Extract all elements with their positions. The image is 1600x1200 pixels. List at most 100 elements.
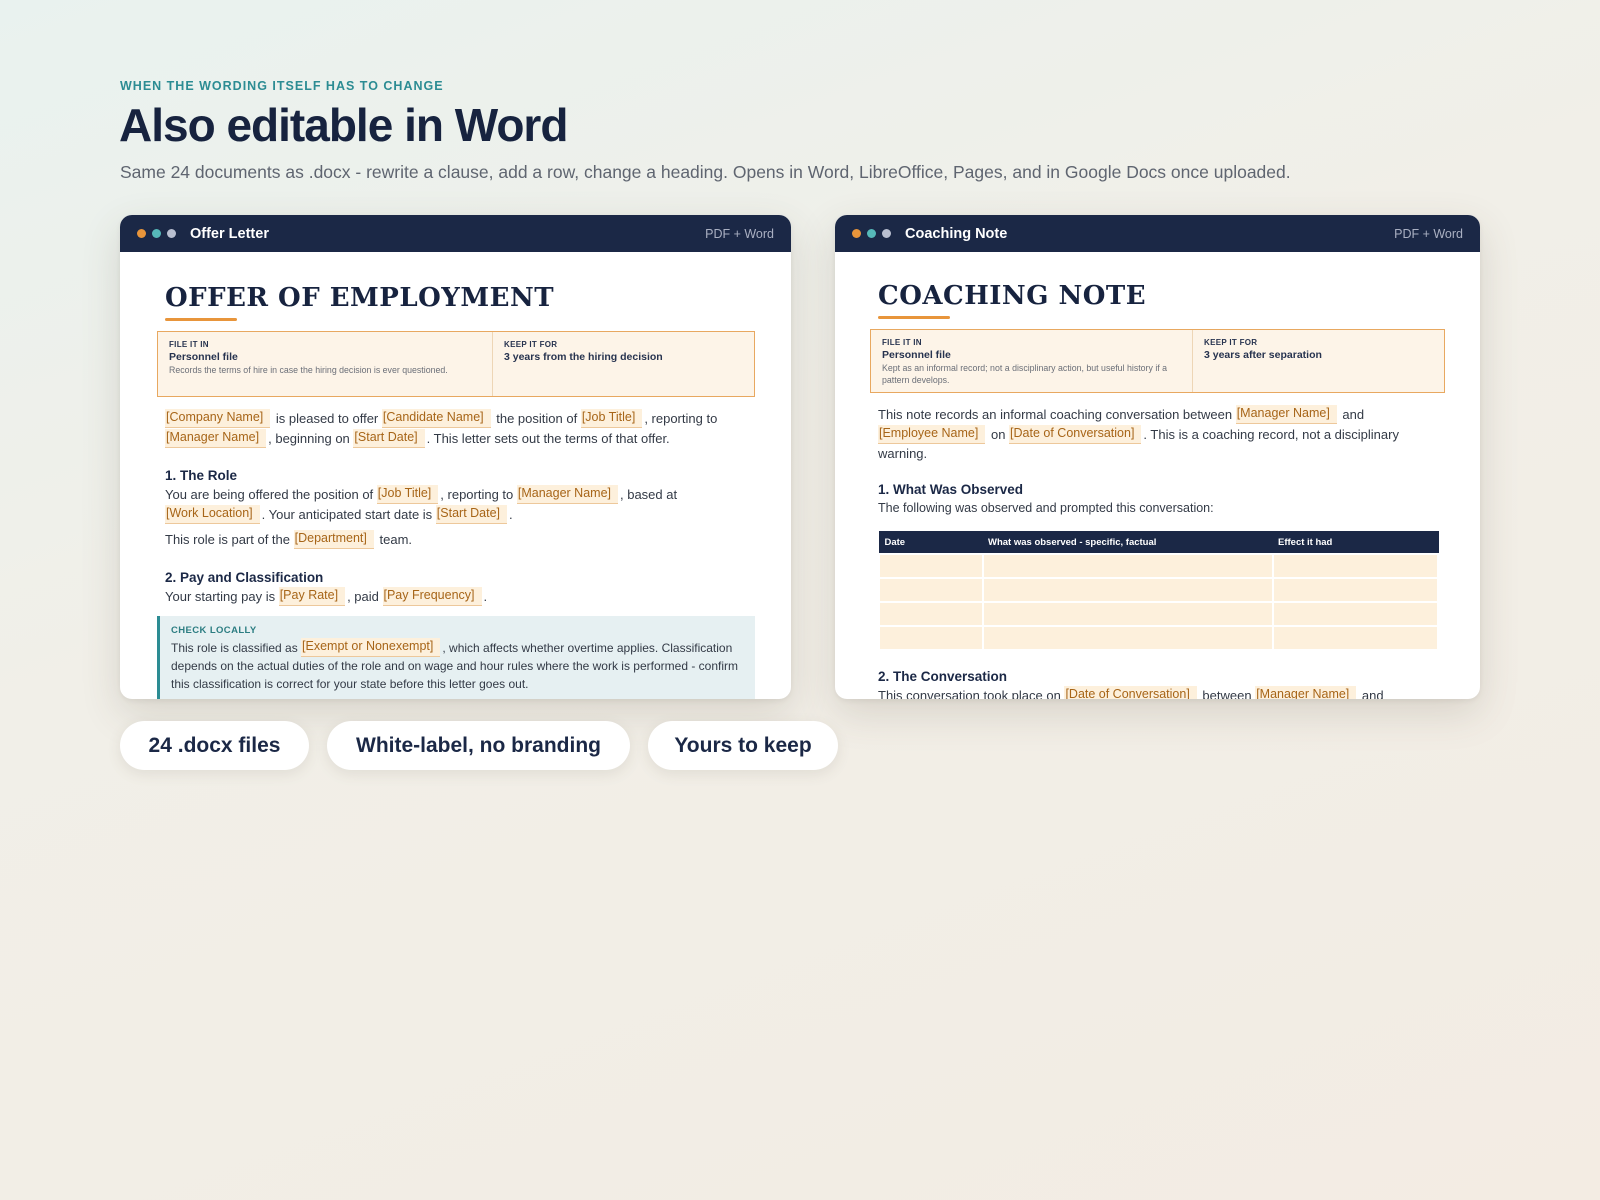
table-cell[interactable] xyxy=(1272,552,1439,579)
placeholder-field[interactable]: [Date of Conversation] xyxy=(1064,685,1197,699)
table-cell[interactable] xyxy=(982,600,1274,627)
placeholder-field[interactable]: [Date of Conversation] xyxy=(1009,424,1142,444)
table-cell[interactable] xyxy=(878,552,984,579)
placeholder-field[interactable]: [Candidate Name] xyxy=(381,409,491,428)
text: This role is part of the xyxy=(165,532,294,547)
table-cell[interactable] xyxy=(878,624,984,651)
placeholder-field[interactable]: [Employee Name] xyxy=(878,424,986,444)
feature-pill-docx: 24 .docx files xyxy=(120,721,309,770)
text: This note records an informal coaching c… xyxy=(878,407,1236,422)
keep-label: KEEP IT FOR xyxy=(504,340,558,349)
orange-dot-icon xyxy=(852,229,861,238)
filing-info-box: FILE IT IN Personnel file Records the te… xyxy=(157,331,755,397)
placeholder-field[interactable]: [Pay Rate] xyxy=(278,586,346,606)
table-cell[interactable] xyxy=(982,576,1274,603)
text: team. xyxy=(375,532,413,547)
placeholder-field[interactable]: [Work Location] xyxy=(165,504,260,524)
file-value: Personnel file xyxy=(169,351,238,363)
department-paragraph: This role is part of the [Department] te… xyxy=(165,530,751,550)
keep-it-for: KEEP IT FOR 3 years from the hiring deci… xyxy=(493,332,674,396)
section-eyebrow: WHEN THE WORDING ITSELF HAS TO CHANGE xyxy=(120,79,444,93)
offer-letter-preview: Offer Letter PDF + Word OFFER OF EMPLOYM… xyxy=(120,215,791,699)
text: , paid xyxy=(347,588,383,604)
window-titlebar: Offer Letter PDF + Word xyxy=(120,215,791,252)
placeholder-field[interactable]: [Manager Name] xyxy=(1255,685,1357,699)
text: . xyxy=(509,506,513,522)
conversation-paragraph: This conversation took place on [Date of… xyxy=(878,685,1440,700)
text: . xyxy=(483,588,488,604)
table-cell[interactable] xyxy=(982,552,1274,579)
table-row xyxy=(878,624,1439,651)
text: between xyxy=(1198,687,1256,700)
format-tag: PDF + Word xyxy=(705,226,774,241)
check-locally-callout: CHECK LOCALLY This role is classified as… xyxy=(157,616,755,699)
keep-value: 3 years from the hiring decision xyxy=(504,351,663,363)
table-cell[interactable] xyxy=(1272,624,1439,651)
window-titlebar: Coaching Note PDF + Word xyxy=(835,215,1480,252)
grey-dot-icon xyxy=(882,229,891,238)
file-label: FILE IT IN xyxy=(169,340,209,349)
text: is pleased to offer xyxy=(272,411,382,426)
placeholder-field[interactable]: [Exempt or Nonexempt] xyxy=(301,638,441,657)
file-it-in: FILE IT IN Personnel file Records the te… xyxy=(158,332,493,396)
observed-intro: The following was observed and prompted … xyxy=(878,500,1214,515)
text: , reporting to xyxy=(644,411,718,426)
text: , beginning on xyxy=(268,430,354,446)
page-subtitle: Same 24 documents as .docx - rewrite a c… xyxy=(120,162,1291,182)
filing-info-box: FILE IT IN Personnel file Kept as an inf… xyxy=(870,329,1445,393)
observation-table: Date What was observed - specific, factu… xyxy=(878,531,1439,651)
section-heading: 1. What Was Observed xyxy=(878,481,1024,497)
keep-label: KEEP IT FOR xyxy=(1204,338,1258,347)
text: . Your anticipated start date is xyxy=(261,506,436,522)
table-cell[interactable] xyxy=(982,624,1274,651)
file-label: FILE IT IN xyxy=(882,338,922,347)
table-row xyxy=(878,576,1439,603)
placeholder-field[interactable]: [Pay Frequency] xyxy=(382,586,482,606)
text: . This letter sets out the terms of that… xyxy=(426,430,670,446)
table-cell[interactable] xyxy=(1272,600,1439,627)
table-cell[interactable] xyxy=(878,576,984,603)
callout-label: CHECK LOCALLY xyxy=(171,625,257,636)
placeholder-field[interactable]: [Manager Name] xyxy=(165,428,267,448)
section-heading: 1. The Role xyxy=(165,468,238,483)
file-note: Kept as an informal record; not a discip… xyxy=(882,363,1168,385)
placeholder-field[interactable]: [Start Date] xyxy=(435,504,508,524)
text: , based at xyxy=(620,487,678,502)
placeholder-field[interactable]: [Department] xyxy=(293,530,374,549)
text: and xyxy=(1358,687,1384,700)
section-heading: 2. Pay and Classification xyxy=(165,569,324,585)
role-paragraph: You are being offered the position of [J… xyxy=(165,485,751,524)
feature-pill-white-label: White-label, no branding xyxy=(327,721,630,770)
document-title: COACHING NOTE xyxy=(878,281,1147,311)
column-header: Effect it had xyxy=(1273,531,1438,554)
document-title: OFFER OF EMPLOYMENT xyxy=(165,283,555,313)
document-body: COACHING NOTE FILE IT IN Personnel file … xyxy=(835,252,1480,699)
column-header: Date xyxy=(879,531,983,554)
table-cell[interactable] xyxy=(1272,576,1439,603)
placeholder-field[interactable]: [Manager Name] xyxy=(1235,405,1337,424)
placeholder-field[interactable]: [Manager Name] xyxy=(516,485,618,504)
title-underline xyxy=(165,318,237,321)
file-it-in: FILE IT IN Personnel file Kept as an inf… xyxy=(871,330,1193,392)
title-underline xyxy=(878,316,950,319)
placeholder-field[interactable]: [Company Name] xyxy=(165,409,271,428)
column-header: What was observed - specific, factual xyxy=(983,531,1273,554)
pay-paragraph: Your starting pay is [Pay Rate], paid [P… xyxy=(165,586,751,607)
text: You are being offered the position of xyxy=(165,487,377,502)
feature-pill-yours-to-keep: Yours to keep xyxy=(648,721,838,770)
placeholder-field[interactable]: [Job Title] xyxy=(376,485,439,504)
keep-value: 3 years after separation xyxy=(1204,349,1322,361)
window-title: Offer Letter xyxy=(190,225,269,242)
callout-text: This role is classified as [Exempt or No… xyxy=(171,638,745,693)
teal-dot-icon xyxy=(867,229,876,238)
table-cell[interactable] xyxy=(878,600,984,627)
window-title: Coaching Note xyxy=(905,225,1008,242)
table-header-row: Date What was observed - specific, factu… xyxy=(879,531,1438,554)
text: , reporting to xyxy=(440,487,517,502)
keep-it-for: KEEP IT FOR 3 years after separation xyxy=(1193,330,1333,392)
placeholder-field[interactable]: [Job Title] xyxy=(580,409,643,428)
placeholder-field[interactable]: [Start Date] xyxy=(353,428,425,448)
text: This role is classified as xyxy=(171,641,302,655)
file-value: Personnel file xyxy=(882,349,951,361)
file-note: Records the terms of hire in case the hi… xyxy=(169,365,448,375)
